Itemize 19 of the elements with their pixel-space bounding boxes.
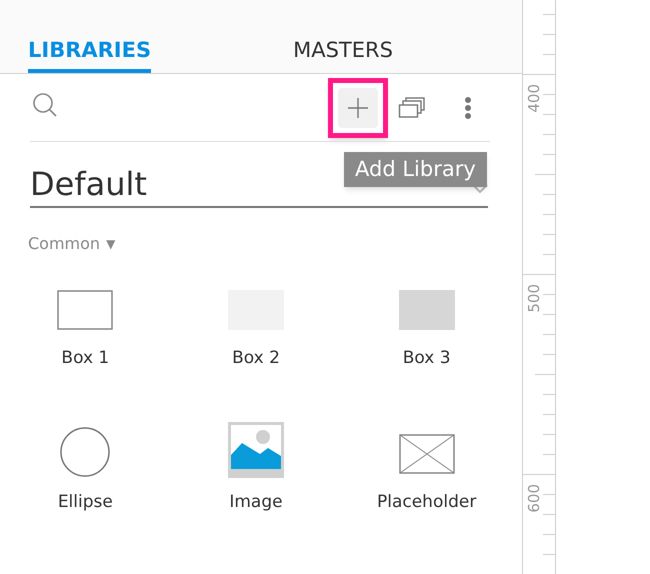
- chevron-icon: [472, 184, 488, 194]
- widget-label: Placeholder: [376, 491, 476, 514]
- tab[interactable]: MASTERS: [293, 33, 393, 73]
- more-icon[interactable]: [464, 96, 472, 120]
- tooltip: Add Library: [344, 152, 487, 187]
- widget-label: Image: [229, 491, 283, 514]
- widget-label: Ellipse: [58, 491, 113, 514]
- image-icon[interactable]: [228, 422, 284, 478]
- ruler-label: 400: [527, 84, 542, 113]
- stacked-windows-icon[interactable]: [398, 97, 426, 119]
- crossed-box-icon[interactable]: [398, 434, 455, 474]
- widget-label: Box 2: [232, 347, 280, 370]
- ruler-label: 600: [527, 484, 542, 513]
- widget-label: Box 1: [61, 347, 110, 370]
- add-library-button[interactable]: [328, 78, 388, 138]
- outlined-box-icon[interactable]: [57, 290, 114, 330]
- widget-label: Box 3: [402, 347, 451, 370]
- ruler-label: 500: [527, 284, 542, 313]
- plus-icon: [348, 98, 368, 118]
